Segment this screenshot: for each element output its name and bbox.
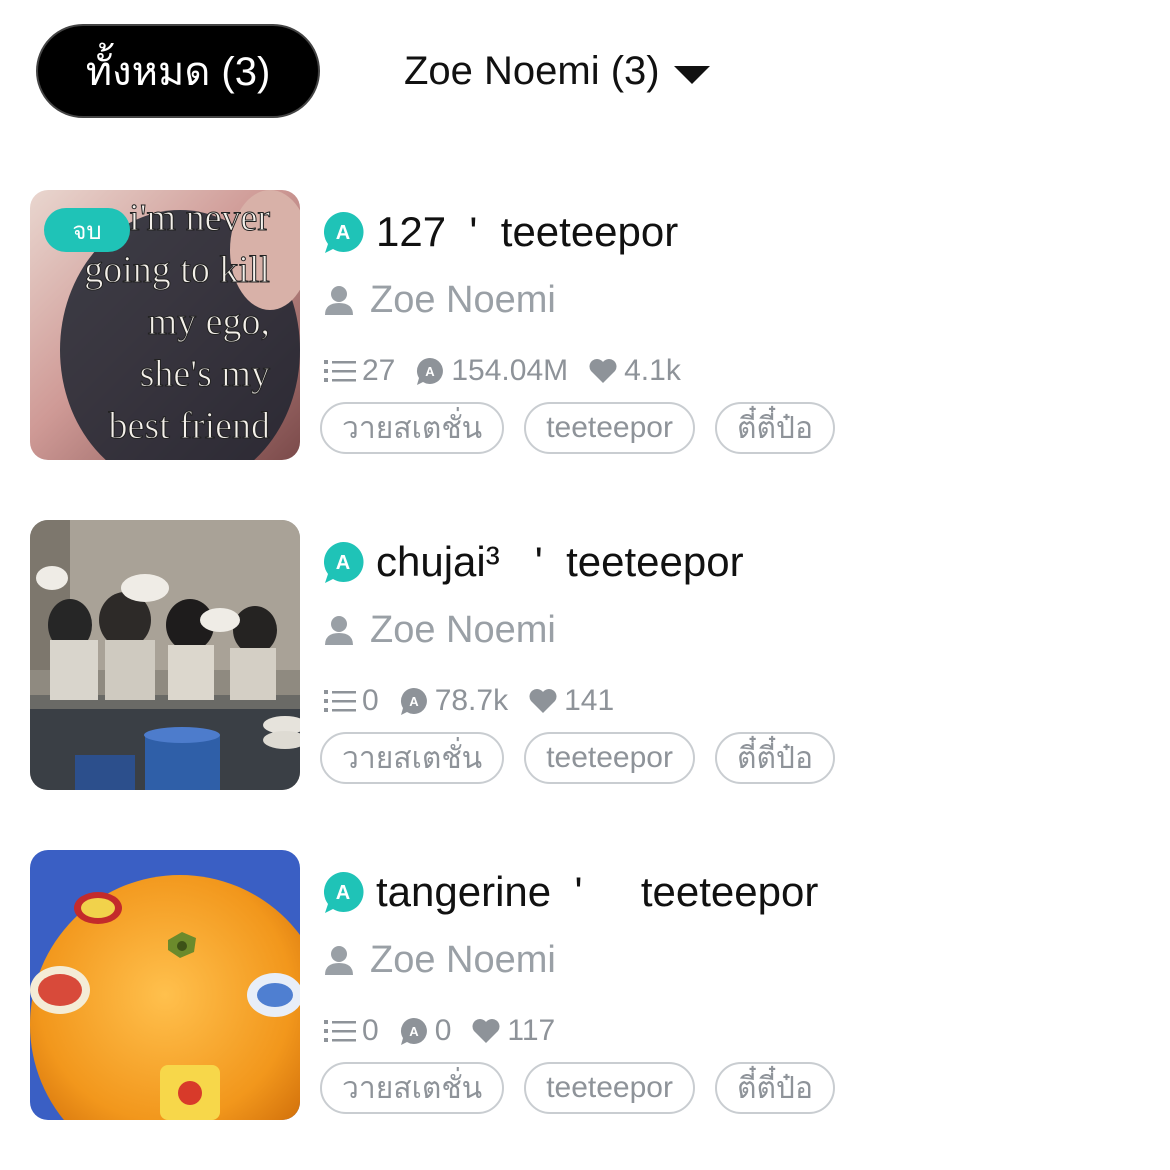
view-count: A 154.04M [415, 354, 568, 388]
heart-icon [529, 689, 557, 713]
filter-all-button[interactable]: ทั้งหมด (3) [36, 24, 320, 118]
like-count-value: 141 [564, 684, 615, 717]
chapter-count-value: 0 [362, 684, 379, 717]
tag-chip[interactable]: ตี๋ตี๋ป๋อ [714, 1062, 835, 1114]
heart-icon [589, 359, 617, 383]
cover-text-line: going to kill [84, 249, 270, 291]
story-cover[interactable] [30, 850, 300, 1120]
story-info: A 127 ' teeteepor Zoe Noemi 27 A 154.04M… [320, 190, 1140, 460]
svg-text:A: A [336, 222, 350, 244]
view-count-value: 78.7k [434, 684, 509, 717]
heart-icon [472, 1019, 500, 1043]
filter-all-label: ทั้งหมด (3) [85, 50, 271, 94]
user-icon [325, 286, 353, 315]
author-row[interactable]: Zoe Noemi [324, 276, 556, 324]
views-icon: A [400, 687, 427, 715]
filter-bar: ทั้งหมด (3) Zoe Noemi (3) [36, 24, 796, 118]
author-row[interactable]: Zoe Noemi [324, 936, 556, 984]
view-count: A 0 [399, 1014, 452, 1048]
story-info: A chujai³ ' teeteepor Zoe Noemi 0 A 78.7… [320, 520, 1140, 790]
title-row: A chujai³ ' teeteepor [320, 534, 744, 590]
story-cover[interactable]: i'm never going to kill my ego, she's my… [30, 190, 300, 460]
like-count: 141 [528, 684, 614, 718]
author-row[interactable]: Zoe Noemi [324, 606, 556, 654]
cover-text-line: best friend [109, 405, 270, 447]
svg-text:A: A [336, 552, 350, 574]
svg-text:A: A [336, 882, 350, 904]
tag-chip[interactable]: วายสเตชั่น [320, 1062, 505, 1114]
tag-chip[interactable]: ตี๋ตี๋ป๋อ [714, 732, 835, 784]
app-logo-icon: A [323, 211, 364, 253]
tag-chip[interactable]: วายสเตชั่น [320, 732, 505, 784]
tags-row: วายสเตชั่น teeteepor ตี๋ตี๋ป๋อ [320, 402, 835, 454]
author-filter-dropdown[interactable]: Zoe Noemi (3) [404, 24, 710, 118]
chapter-count-value: 27 [362, 354, 396, 387]
tags-row: วายสเตชั่น teeteepor ตี๋ตี๋ป๋อ [320, 1062, 835, 1114]
cover-image [30, 850, 300, 1120]
list-icon [324, 360, 356, 382]
story-cover[interactable] [30, 520, 300, 790]
view-count: A 78.7k [399, 684, 508, 718]
list-item[interactable]: A tangerine ' teeteepor Zoe Noemi 0 A 0 … [30, 850, 1140, 1170]
stats-row: 27 A 154.04M 4.1k [324, 350, 693, 392]
chapter-count: 27 [324, 354, 395, 388]
cover-text-line: she's my [140, 353, 270, 395]
author-name: Zoe Noemi [370, 278, 556, 321]
author-filter-label: Zoe Noemi (3) [404, 48, 660, 93]
stats-row: 0 A 0 117 [324, 1010, 567, 1052]
tags-row: วายสเตชั่น teeteepor ตี๋ตี๋ป๋อ [320, 732, 835, 784]
title-row: A 127 ' teeteepor [320, 204, 678, 260]
chapter-count: 0 [324, 1014, 379, 1048]
chapter-count-value: 0 [362, 1014, 379, 1047]
view-count-value: 0 [434, 1014, 452, 1047]
list-icon [324, 1020, 356, 1042]
list-item[interactable]: A chujai³ ' teeteepor Zoe Noemi 0 A 78.7… [30, 520, 1140, 850]
tag-chip[interactable]: teeteepor [524, 1062, 695, 1114]
user-icon [325, 946, 353, 975]
app-logo-icon: A [323, 541, 364, 583]
status-badge: จบ [44, 208, 130, 252]
views-icon: A [400, 1017, 427, 1045]
like-count: 117 [471, 1014, 555, 1048]
svg-text:A: A [409, 694, 419, 709]
stats-row: 0 A 78.7k 141 [324, 680, 626, 722]
cover-image [30, 520, 300, 790]
like-count: 4.1k [588, 354, 681, 388]
story-list: i'm never going to kill my ego, she's my… [30, 190, 1140, 1170]
views-icon: A [417, 357, 444, 385]
story-title[interactable]: 127 ' teeteepor [376, 208, 678, 256]
cover-text-line: i'm never [129, 197, 270, 239]
story-title[interactable]: chujai³ ' teeteepor [376, 538, 744, 586]
story-title[interactable]: tangerine ' teeteepor [376, 868, 818, 916]
chevron-down-icon [673, 66, 710, 84]
story-info: A tangerine ' teeteepor Zoe Noemi 0 A 0 … [320, 850, 1140, 1120]
user-icon [325, 616, 353, 645]
view-count-value: 154.04M [451, 354, 569, 387]
title-row: A tangerine ' teeteepor [320, 864, 818, 920]
author-name: Zoe Noemi [370, 938, 556, 981]
tag-chip[interactable]: ตี๋ตี๋ป๋อ [714, 402, 835, 454]
svg-text:A: A [409, 1024, 419, 1039]
svg-text:A: A [426, 364, 436, 379]
list-item[interactable]: i'm never going to kill my ego, she's my… [30, 190, 1140, 520]
list-icon [324, 690, 356, 712]
app-logo-icon: A [323, 871, 364, 913]
like-count-value: 4.1k [624, 354, 681, 387]
tag-chip[interactable]: วายสเตชั่น [320, 402, 505, 454]
cover-text-line: my ego, [148, 301, 270, 343]
status-badge-label: จบ [72, 217, 102, 245]
chapter-count: 0 [324, 684, 379, 718]
tag-chip[interactable]: teeteepor [524, 732, 695, 784]
like-count-value: 117 [507, 1014, 556, 1047]
author-name: Zoe Noemi [370, 608, 556, 651]
tag-chip[interactable]: teeteepor [524, 402, 695, 454]
